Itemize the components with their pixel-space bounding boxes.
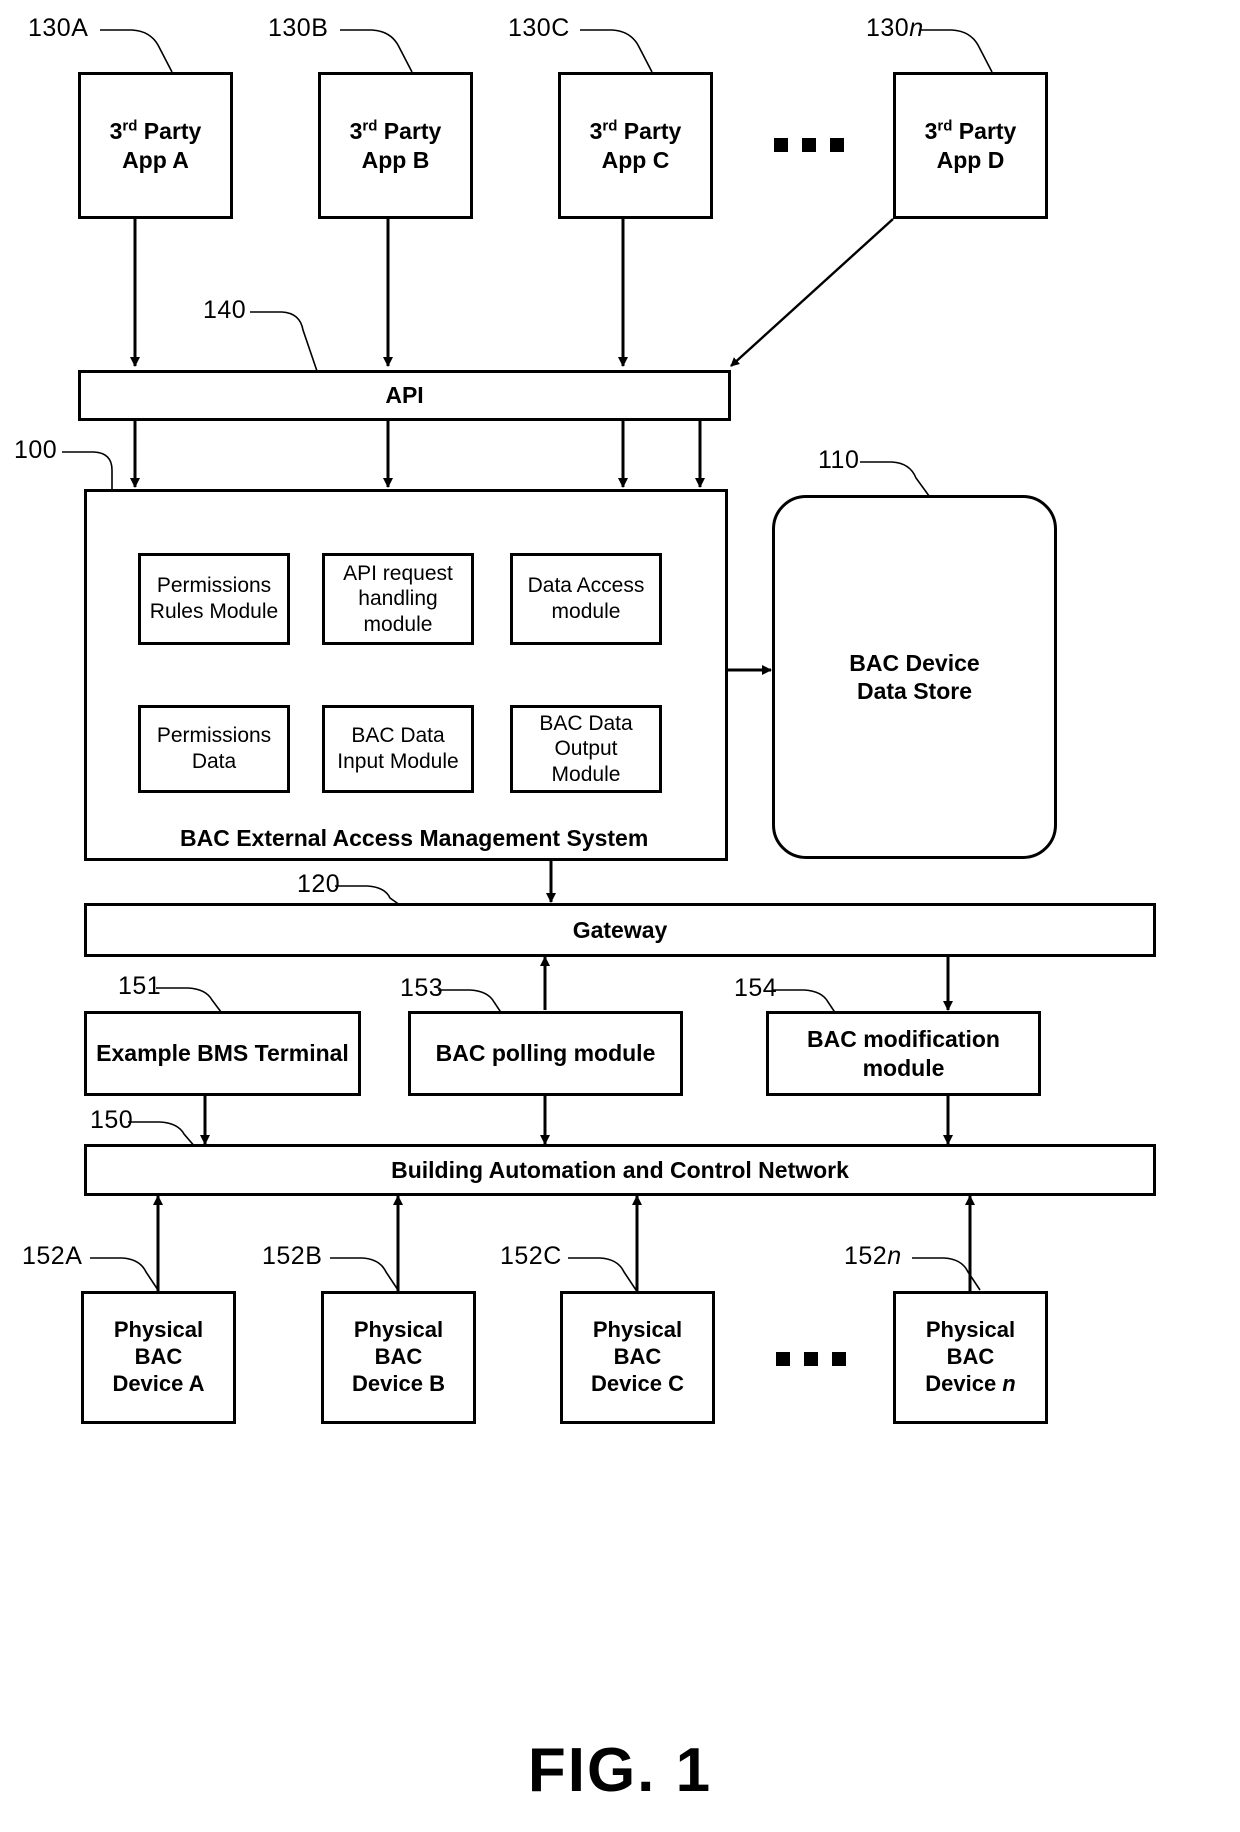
- third-party-app-b-box[interactable]: 3rd Party App B: [318, 72, 473, 219]
- bac-external-access-management-system-box[interactable]: [84, 489, 728, 861]
- ref-153: 153: [400, 974, 444, 1002]
- third-party-app-a-box[interactable]: 3rd Party App A: [78, 72, 233, 219]
- third-party-app-d-line2: App D: [936, 146, 1005, 173]
- bac-data-output-module-line1: BAC Data: [539, 711, 633, 735]
- third-party-app-c-line2: App C: [601, 146, 670, 173]
- physical-bac-device-n-line3: Device n: [925, 1370, 1016, 1396]
- ref-140: 140: [203, 296, 247, 324]
- ref-100: 100: [14, 436, 58, 464]
- permissions-rules-module-box[interactable]: Permissions Rules Module: [138, 553, 290, 645]
- bac-data-input-module-line1: BAC Data: [351, 724, 445, 748]
- permissions-rules-module-line1: Permissions: [156, 574, 272, 598]
- ref-152b: 152B: [262, 1242, 323, 1270]
- third-party-app-c-line1: 3rd Party: [589, 117, 682, 145]
- bac-modification-module-line2: module: [862, 1054, 945, 1081]
- physical-bac-device-n-line1: Physical: [925, 1317, 1016, 1343]
- physical-bac-device-c-box[interactable]: Physical BAC Device C: [560, 1291, 715, 1424]
- permissions-data-line1: Permissions: [156, 724, 272, 748]
- physical-bac-device-c-line1: Physical: [592, 1317, 683, 1343]
- bac-device-data-store-box[interactable]: BAC Device Data Store: [772, 495, 1057, 859]
- api-label: API: [385, 382, 424, 409]
- bac-polling-module-label: BAC polling module: [435, 1040, 656, 1067]
- third-party-app-c-box[interactable]: 3rd Party App C: [558, 72, 713, 219]
- physical-bac-device-b-box[interactable]: Physical BAC Device B: [321, 1291, 476, 1424]
- ref-110: 110: [818, 446, 860, 474]
- network-label: Building Automation and Control Network: [391, 1156, 849, 1183]
- devices-ellipsis-icon: [776, 1352, 846, 1366]
- example-bms-terminal-label: Example BMS Terminal: [96, 1040, 349, 1067]
- gateway-bar[interactable]: Gateway: [84, 903, 1156, 957]
- api-request-handling-module-line1: API request: [343, 561, 453, 585]
- physical-bac-device-a-box[interactable]: Physical BAC Device A: [81, 1291, 236, 1424]
- ref-151: 151: [118, 972, 162, 1000]
- data-access-module-line1: Data Access: [527, 574, 645, 598]
- bac-data-output-module-box[interactable]: BAC Data Output Module: [510, 705, 662, 793]
- third-party-app-d-box[interactable]: 3rd Party App D: [893, 72, 1048, 219]
- ref-130n: 130n: [866, 14, 924, 42]
- physical-bac-device-n-box[interactable]: Physical BAC Device n: [893, 1291, 1048, 1424]
- physical-bac-device-b-line2: BAC: [374, 1344, 423, 1370]
- permissions-rules-module-line2: Rules Module: [149, 600, 279, 623]
- third-party-app-b-line1: 3rd Party: [349, 117, 442, 145]
- ref-152c: 152C: [500, 1242, 562, 1270]
- bac-data-input-module-box[interactable]: BAC Data Input Module: [322, 705, 474, 793]
- permissions-data-line2: Data: [191, 750, 237, 773]
- system-label: BAC External Access Management System: [180, 825, 649, 851]
- building-automation-and-control-network-bar[interactable]: Building Automation and Control Network: [84, 1144, 1156, 1196]
- physical-bac-device-n-line2: BAC: [946, 1344, 995, 1370]
- bac-data-output-module-line2: Output: [554, 737, 618, 761]
- bac-modification-module-line1: BAC modification: [807, 1026, 1000, 1053]
- permissions-data-box[interactable]: Permissions Data: [138, 705, 290, 793]
- data-access-module-line2: module: [551, 600, 621, 623]
- data-access-module-box[interactable]: Data Access module: [510, 553, 662, 645]
- ref-152a: 152A: [22, 1242, 83, 1270]
- third-party-app-d-line1: 3rd Party: [924, 117, 1017, 145]
- ref-130c: 130C: [508, 14, 570, 42]
- physical-bac-device-c-line3: Device C: [591, 1370, 684, 1396]
- ref-130a: 130A: [28, 14, 89, 42]
- bac-device-data-store-line1: BAC Device: [849, 649, 980, 676]
- ref-150: 150: [90, 1106, 134, 1134]
- example-bms-terminal-box[interactable]: Example BMS Terminal: [84, 1011, 361, 1096]
- physical-bac-device-c-line2: BAC: [613, 1344, 662, 1370]
- third-party-app-b-line2: App B: [361, 146, 430, 173]
- bac-modification-module-box[interactable]: BAC modification module: [766, 1011, 1041, 1096]
- third-party-app-a-line1: 3rd Party: [109, 117, 202, 145]
- apps-ellipsis-icon: [774, 138, 844, 152]
- api-bar[interactable]: API: [78, 370, 731, 421]
- physical-bac-device-a-line2: BAC: [134, 1344, 183, 1370]
- physical-bac-device-b-line1: Physical: [353, 1317, 444, 1343]
- patent-figure-1: 130A 130B 130C 130n 140 100 110 101 102 …: [0, 0, 1240, 1832]
- gateway-label: Gateway: [572, 916, 668, 943]
- bac-data-input-module-line2: Input Module: [337, 750, 459, 773]
- api-request-handling-module-line3: module: [363, 612, 433, 636]
- figure-caption: FIG. 1: [527, 1736, 713, 1805]
- bac-data-output-module-line3: Module: [551, 762, 621, 786]
- ref-154: 154: [734, 974, 778, 1002]
- physical-bac-device-a-line3: Device A: [112, 1370, 205, 1396]
- ref-130b: 130B: [268, 14, 329, 42]
- bac-polling-module-box[interactable]: BAC polling module: [408, 1011, 683, 1096]
- ref-152n: 152n: [844, 1242, 902, 1270]
- api-request-handling-module-box[interactable]: API request handling module: [322, 553, 474, 645]
- api-request-handling-module-line2: handling: [358, 587, 438, 611]
- physical-bac-device-a-line1: Physical: [113, 1317, 204, 1343]
- ref-120: 120: [297, 870, 341, 898]
- bac-device-data-store-line2: Data Store: [856, 678, 973, 704]
- third-party-app-a-line2: App A: [122, 146, 189, 173]
- physical-bac-device-b-line3: Device B: [352, 1370, 445, 1396]
